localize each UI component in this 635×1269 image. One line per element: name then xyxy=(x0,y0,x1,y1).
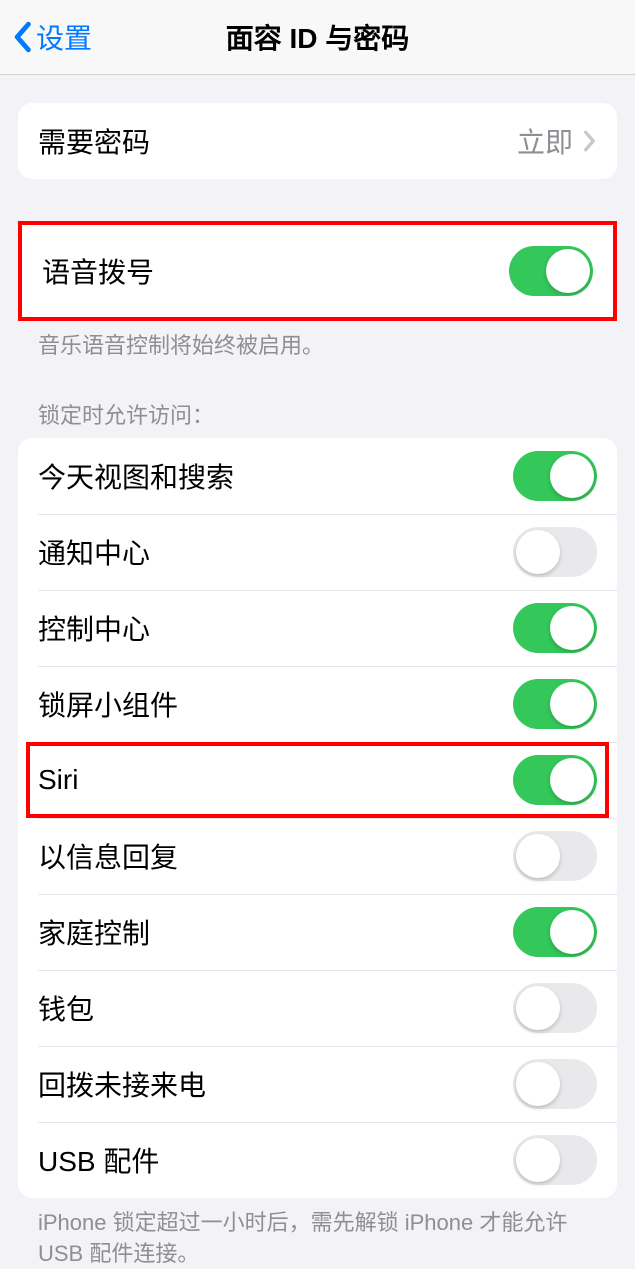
locked-access-footer: iPhone 锁定超过一小时后，需先解锁 iPhone 才能允许 USB 配件连… xyxy=(0,1198,635,1269)
locked-access-label: 今天视图和搜索 xyxy=(38,456,234,496)
locked-access-label: Siri xyxy=(38,764,78,796)
locked-access-label: 通知中心 xyxy=(38,532,150,572)
locked-access-label: USB 配件 xyxy=(38,1140,159,1180)
locked-access-row: 控制中心 xyxy=(18,590,617,666)
page-title: 面容 ID 与密码 xyxy=(226,17,410,57)
locked-access-row: USB 配件 xyxy=(18,1122,617,1198)
content: 需要密码 立即 语音拨号 音乐语音控制将始终被启用。 锁定时允许访问： 今天视图… xyxy=(0,103,635,1269)
locked-access-label: 家庭控制 xyxy=(38,912,150,952)
locked-access-group: 今天视图和搜索通知中心控制中心锁屏小组件 Siri 以信息回复家庭控制钱包回拨未接来… xyxy=(18,438,617,1198)
locked-access-toggle[interactable] xyxy=(513,907,597,957)
chevron-left-icon xyxy=(12,21,32,53)
back-button[interactable]: 设置 xyxy=(12,17,92,57)
locked-access-toggle[interactable] xyxy=(513,451,597,501)
locked-access-row: Siri xyxy=(18,742,617,818)
require-passcode-value: 立即 xyxy=(517,121,573,161)
require-passcode-label: 需要密码 xyxy=(38,121,150,161)
locked-access-toggle[interactable] xyxy=(513,983,597,1033)
locked-access-row: 以信息回复 xyxy=(18,818,617,894)
navigation-bar: 设置 面容 ID 与密码 xyxy=(0,0,635,75)
locked-access-label: 以信息回复 xyxy=(38,836,178,876)
locked-access-toggle[interactable] xyxy=(513,831,597,881)
voice-dial-toggle[interactable] xyxy=(509,246,593,296)
locked-access-row: 回拨未接来电 xyxy=(18,1046,617,1122)
locked-access-row: 钱包 xyxy=(18,970,617,1046)
locked-access-toggle[interactable] xyxy=(513,679,597,729)
locked-access-row: 今天视图和搜索 xyxy=(18,438,617,514)
locked-access-label: 控制中心 xyxy=(38,608,150,648)
locked-access-header: 锁定时允许访问： xyxy=(0,398,635,438)
require-passcode-row[interactable]: 需要密码 立即 xyxy=(18,103,617,179)
voice-dial-row: 语音拨号 xyxy=(22,227,613,315)
locked-access-toggle[interactable] xyxy=(513,603,597,653)
locked-access-row: 通知中心 xyxy=(18,514,617,590)
locked-access-row: 锁屏小组件 xyxy=(18,666,617,742)
locked-access-label: 钱包 xyxy=(38,988,94,1028)
locked-access-toggle[interactable] xyxy=(513,1059,597,1109)
chevron-right-icon xyxy=(583,130,597,152)
locked-access-toggle[interactable] xyxy=(513,527,597,577)
locked-access-label: 锁屏小组件 xyxy=(38,684,178,724)
back-label: 设置 xyxy=(36,17,92,57)
voice-dial-label: 语音拨号 xyxy=(42,251,154,291)
locked-access-label: 回拨未接来电 xyxy=(38,1064,206,1104)
require-passcode-group: 需要密码 立即 xyxy=(18,103,617,179)
locked-access-toggle[interactable] xyxy=(513,755,597,805)
voice-dial-footer: 音乐语音控制将始终被启用。 xyxy=(0,321,635,362)
locked-access-toggle[interactable] xyxy=(513,1135,597,1185)
locked-access-row: 家庭控制 xyxy=(18,894,617,970)
voice-dial-group: 语音拨号 xyxy=(18,221,617,321)
